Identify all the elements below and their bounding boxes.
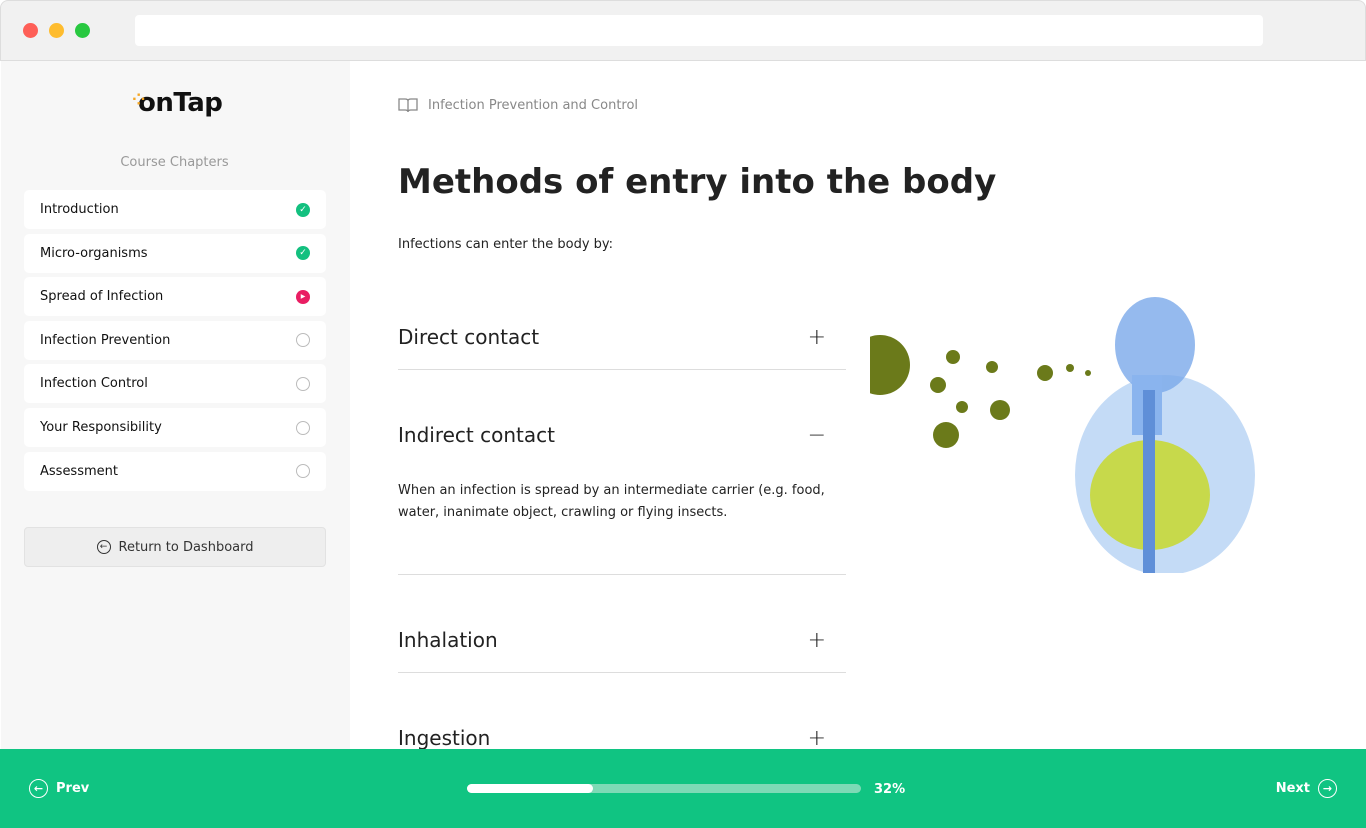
infection-illustration xyxy=(870,297,1255,573)
chapter-label: Assessment xyxy=(40,463,118,479)
accordion-item: Direct contact + xyxy=(398,325,846,370)
accordion-header[interactable]: Inhalation + xyxy=(398,628,846,653)
accordion-header[interactable]: Indirect contact − xyxy=(398,423,846,448)
chapter-item[interactable]: Introduction ✓ xyxy=(24,190,326,229)
chapter-item[interactable]: Your Responsibility xyxy=(24,408,326,447)
arrow-left-icon: ← xyxy=(29,779,48,798)
accordion-item: Indirect contact − When an infection is sp… xyxy=(398,423,846,575)
chapter-item[interactable]: Micro-organisms ✓ xyxy=(24,233,326,273)
minus-icon: − xyxy=(807,423,826,448)
check-circle-icon: ✓ xyxy=(296,202,310,217)
empty-circle-icon xyxy=(296,420,310,435)
chapter-item[interactable]: Infection Prevention xyxy=(24,320,326,360)
plus-icon: + xyxy=(807,325,826,350)
accordion-item: Inhalation + xyxy=(398,628,846,673)
intro-text: Infections can enter the body by: xyxy=(398,237,614,252)
chapter-label: Infection Prevention xyxy=(40,332,171,348)
page-title: Methods of entry into the body xyxy=(398,162,997,202)
chapters-heading: Course Chapters xyxy=(120,155,229,170)
chapter-label: Micro-organisms xyxy=(40,245,148,261)
accordion-body: When an infection is spread by an interm… xyxy=(398,483,825,520)
browser-chrome xyxy=(0,0,1366,61)
check-circle-icon: ✓ xyxy=(296,246,310,261)
arrow-left-icon: ← xyxy=(96,540,111,554)
chapter-label: Your Responsibility xyxy=(40,420,162,435)
progress-bar xyxy=(467,784,861,793)
chapter-label: Spread of Infection xyxy=(40,289,164,305)
footer-bar: ← Prev 32% Next → xyxy=(0,749,1366,828)
empty-circle-icon xyxy=(296,464,310,479)
next-button[interactable]: Next → xyxy=(1276,779,1337,798)
chapter-label: Introduction xyxy=(40,202,119,217)
close-window-button[interactable] xyxy=(23,23,38,38)
maximize-window-button[interactable] xyxy=(75,23,90,38)
progress-fill xyxy=(467,784,594,793)
book-icon xyxy=(398,98,418,113)
return-to-dashboard-button[interactable]: ← Return to Dashboard xyxy=(24,527,326,567)
plus-icon: + xyxy=(807,726,826,751)
play-circle-icon: ▶ xyxy=(296,289,310,304)
chapter-item[interactable]: Assessment xyxy=(24,451,326,491)
arrow-right-icon: → xyxy=(1318,779,1337,798)
breadcrumb: Infection Prevention and Control xyxy=(398,97,638,113)
accordion-header[interactable]: Ingestion + xyxy=(398,726,846,751)
plus-icon: + xyxy=(807,628,826,653)
empty-circle-icon xyxy=(296,376,310,391)
address-bar[interactable] xyxy=(135,15,1263,46)
chapter-label: Infection Control xyxy=(40,376,148,392)
accordion-header[interactable]: Direct contact + xyxy=(398,325,846,350)
chapter-item[interactable]: Spread of Infection ▶ xyxy=(24,277,326,317)
empty-circle-icon xyxy=(296,333,310,348)
minimize-window-button[interactable] xyxy=(49,23,64,38)
chapter-item[interactable]: Infection Control xyxy=(24,364,326,404)
prev-button[interactable]: ← Prev xyxy=(29,779,89,798)
logo[interactable]: ⁘ onTap xyxy=(132,88,223,118)
progress-label: 32% xyxy=(874,782,906,797)
